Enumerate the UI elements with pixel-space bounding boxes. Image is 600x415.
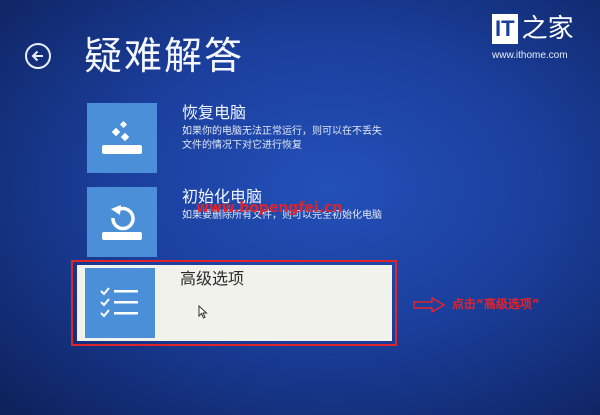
back-arrow-icon bbox=[31, 50, 43, 62]
option-tile bbox=[87, 103, 157, 173]
logo-brand-cn: 之家 bbox=[521, 14, 574, 44]
highlight-box bbox=[71, 260, 397, 346]
logo-brand: IT bbox=[492, 14, 518, 44]
option-refresh-pc[interactable]: 恢复电脑 如果你的电脑无法正常运行，则可以在不丢失文件的情况下对它进行恢复 bbox=[87, 103, 387, 173]
annotation-arrow-icon bbox=[413, 297, 446, 313]
site-logo: IT 之家 bbox=[492, 14, 574, 44]
refresh-icon bbox=[102, 120, 142, 154]
option-title: 恢复电脑 bbox=[182, 103, 247, 122]
annotation-text: 点击“高级选项” bbox=[452, 297, 540, 311]
option-description: 如果你的电脑无法正常运行，则可以在不丢失文件的情况下对它进行恢复 bbox=[182, 126, 382, 151]
reset-icon bbox=[102, 205, 142, 240]
back-button[interactable] bbox=[25, 43, 51, 69]
page-title: 疑难解答 bbox=[84, 34, 245, 78]
logo-url: www.ithome.com bbox=[492, 50, 568, 61]
watermark: www.hopengfei.cn bbox=[196, 200, 343, 216]
option-reset-pc[interactable]: 初始化电脑 如果要删除所有文件，则可以完全初始化电脑 bbox=[87, 187, 387, 257]
option-tile bbox=[87, 187, 157, 257]
